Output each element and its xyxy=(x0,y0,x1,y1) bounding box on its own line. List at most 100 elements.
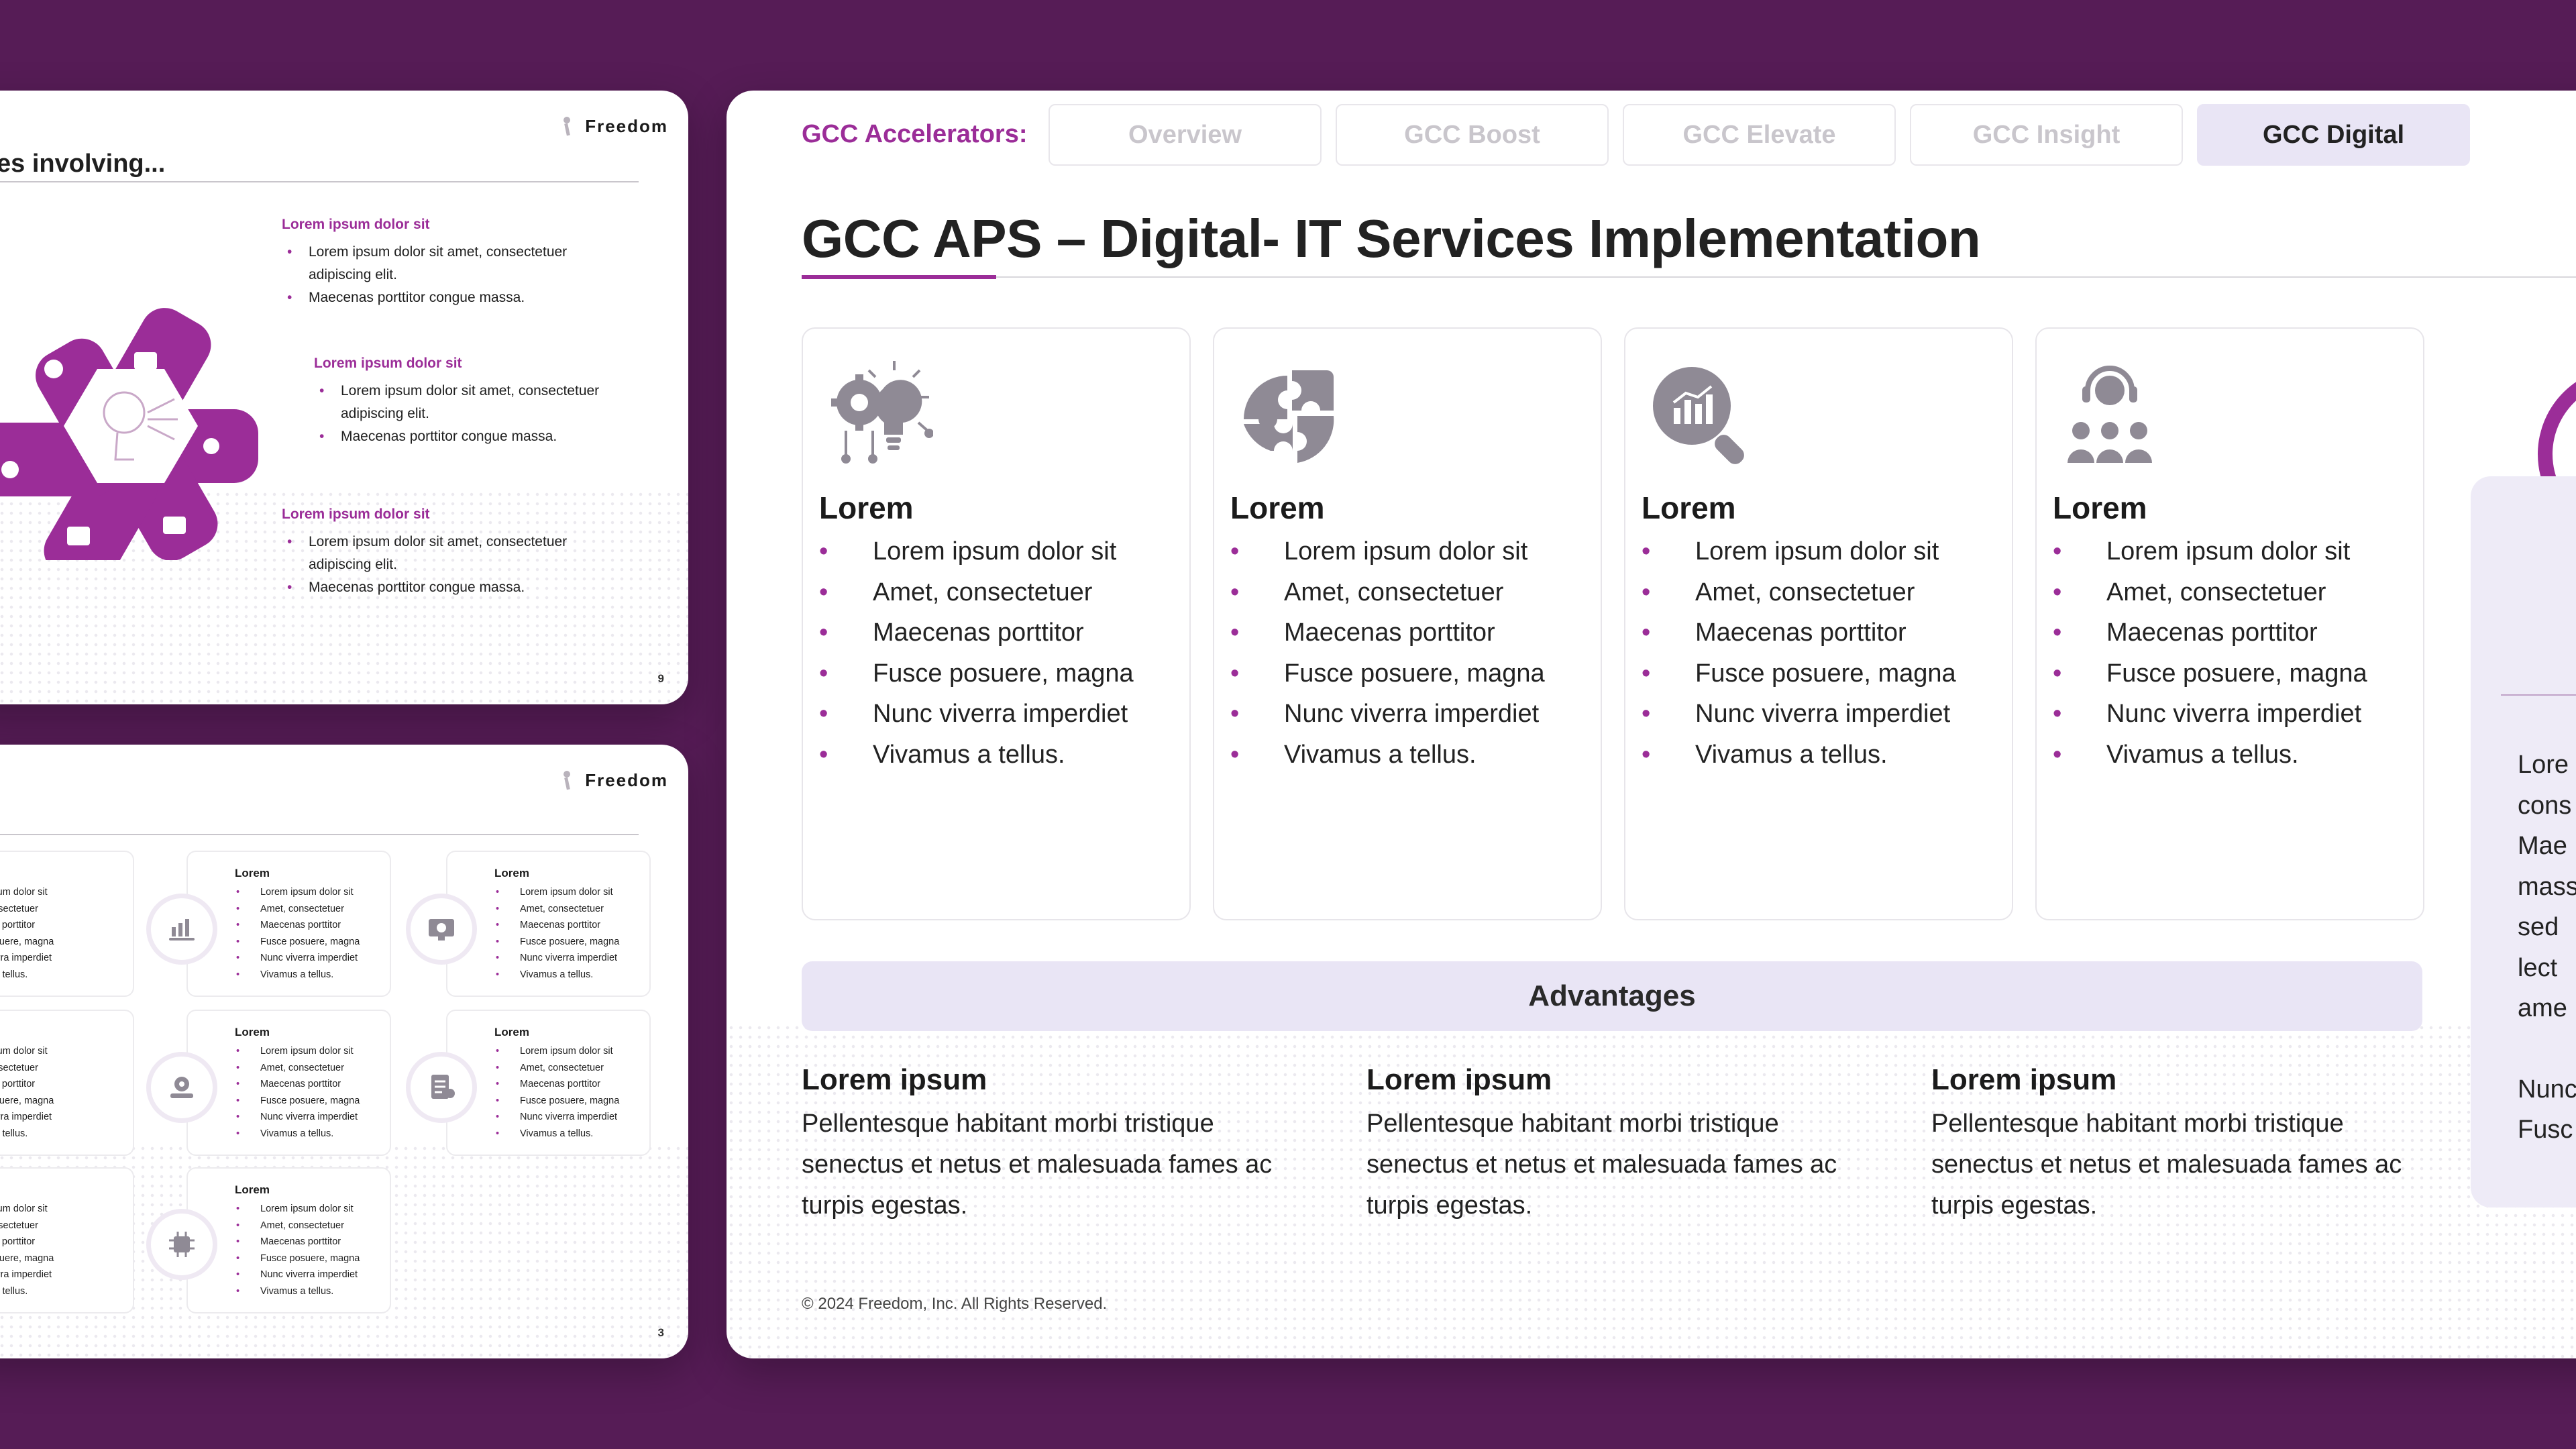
card-heading: Lorem xyxy=(819,490,914,525)
card-item: Amet, consectetuer xyxy=(0,903,38,914)
card-item: Amet, consectetuer xyxy=(235,1218,382,1234)
gear-bulb-icon xyxy=(831,361,933,464)
title-divider xyxy=(802,276,2576,278)
card-item: Vivamus a tellus. xyxy=(1642,735,1956,775)
title-divider xyxy=(0,834,639,835)
card-title: Lorem xyxy=(235,867,270,879)
card-item: Lorem ipsum dolor sit xyxy=(0,1046,48,1057)
card-item: Vivamus a tellus. xyxy=(494,967,641,983)
card-item: Maecenas porttitor xyxy=(0,1236,36,1247)
block-bullet: Lorem ipsum dolor sit amet, consectetuer… xyxy=(314,380,663,425)
card-item: Amet, consectetuer xyxy=(494,901,641,918)
card-item: Vivamus a tellus. xyxy=(2053,735,2367,775)
card-item: Lorem ipsum dolor sit xyxy=(1642,531,1956,572)
tab-gcc-boost[interactable]: GCC Boost xyxy=(1336,104,1609,166)
card-item: Amet, consectetuer xyxy=(1642,572,1956,613)
brand-logo: Freedom xyxy=(562,770,668,791)
advantage-item: Lorem ipsum Pellentesque habitant morbi … xyxy=(1931,1063,2441,1226)
tab-gcc-elevate[interactable]: GCC Elevate xyxy=(1623,104,1896,166)
side-text-line: Lore xyxy=(2518,751,2569,779)
side-text-line: cons xyxy=(2518,791,2572,820)
star-graphic-svg xyxy=(0,308,258,560)
side-text-spacer xyxy=(2518,1029,2576,1069)
card-item: Amet, consectetuer xyxy=(0,1062,38,1073)
card-item: Maecenas porttitor xyxy=(235,917,382,934)
advantage-heading: Lorem ipsum xyxy=(1931,1063,2117,1096)
card-item: Fusce posuere, magna xyxy=(494,1093,641,1110)
card-heading: Lorem xyxy=(1230,490,1325,525)
card-item: Lorem ipsum dolor sit xyxy=(819,531,1134,572)
side-text-line: ame xyxy=(2518,994,2567,1022)
card-item: Fusce posuere, magna xyxy=(235,934,382,951)
card-item: Lorem ipsum dolor sit xyxy=(235,884,382,901)
block-bullet: Maecenas porttitor congue massa. xyxy=(314,425,663,448)
card-item: Amet, consectetuer xyxy=(235,1060,382,1077)
tab-overview[interactable]: Overview xyxy=(1049,104,1322,166)
card-title: Lorem xyxy=(235,1183,270,1196)
card-item: Nunc viverra imperdiet xyxy=(0,1269,52,1280)
card-item: Lorem ipsum dolor sit xyxy=(2053,531,2367,572)
card-item: Vivamus a tellus. xyxy=(819,735,1134,775)
refresh-person-icon xyxy=(1,461,19,478)
card-item: Fusce posuere, magna xyxy=(235,1250,382,1267)
card-title: m xyxy=(0,1183,125,1197)
card-item: Maecenas porttitor xyxy=(235,1234,382,1250)
page-number: 9 xyxy=(657,672,664,685)
card-item: Maecenas porttitor xyxy=(1230,612,1545,653)
document-gear-icon xyxy=(406,1052,477,1123)
card-item: Amet, consectetuer xyxy=(494,1060,641,1077)
freedom-logo-icon xyxy=(562,116,573,137)
tab-gcc-insight[interactable]: GCC Insight xyxy=(1910,104,2183,166)
card-item: Maecenas porttitor xyxy=(0,1079,36,1089)
chip-icon xyxy=(146,1209,217,1280)
card-item: Fusce posuere, magna xyxy=(1230,653,1545,694)
calendar-icon xyxy=(67,527,90,545)
page-title: GCC APS – Digital- IT Services Implement… xyxy=(802,209,1981,268)
hand-gear-icon xyxy=(203,438,219,454)
advantage-text: Pellentesque habitant morbi tristique se… xyxy=(1366,1110,1837,1220)
main-slide: GCC Accelerators: Overview GCC Boost GCC… xyxy=(727,91,2576,1358)
side-text-line: Nunc xyxy=(2518,1075,2576,1104)
card-item: Nunc viverra imperdiet xyxy=(235,950,382,967)
card-item: Maecenas porttitor xyxy=(1642,612,1956,653)
block-heading: Lorem ipsum dolor sit xyxy=(282,217,430,232)
card-item: Nunc viverra imperdiet xyxy=(0,1112,52,1122)
card-item: Nunc viverra imperdiet xyxy=(494,950,641,967)
chat-icon xyxy=(163,517,186,534)
info-block-3: Lorem ipsum dolor sit Lorem ipsum dolor … xyxy=(282,506,631,599)
card-item: Nunc viverra imperdiet xyxy=(235,1109,382,1126)
card-title: m xyxy=(0,867,125,880)
side-panel-text: Lore cons Mae mass sed lect ame Nunc Fus… xyxy=(2518,745,2576,1150)
card-item: Lorem ipsum dolor sit xyxy=(235,1201,382,1218)
card-item: Maecenas porttitor xyxy=(819,612,1134,653)
card-item: Fusce posuere, magna xyxy=(819,653,1134,694)
card-item: Vivamus a tellus. xyxy=(235,1126,382,1142)
card-item: Nunc viverra imperdiet xyxy=(1642,694,1956,735)
tab-gcc-digital[interactable]: GCC Digital xyxy=(2197,104,2470,166)
headset-team-icon xyxy=(2068,366,2152,463)
title-divider xyxy=(0,181,639,182)
card-item: Vivamus a tellus. xyxy=(494,1126,641,1142)
advantages-header: Advantages xyxy=(802,961,2422,1031)
slide-thumbnail-9[interactable]: Freedom es involving... Lorem ipsum dolo… xyxy=(0,91,688,704)
card-item: Lorem ipsum dolor sit xyxy=(0,1203,48,1214)
card-title: Lorem xyxy=(494,1026,529,1038)
puzzle-icon xyxy=(1244,370,1334,463)
advantage-heading: Lorem ipsum xyxy=(802,1063,987,1096)
card-title: m xyxy=(0,1026,125,1039)
info-card: Lorem Lorem ipsum dolor sit Amet, consec… xyxy=(186,1010,391,1156)
presentation-icon xyxy=(134,352,157,370)
block-bullet: Lorem ipsum dolor sit amet, consectetuer… xyxy=(282,241,631,286)
slide-title: es involving... xyxy=(0,150,166,178)
card-item: Fusce posuere, magna xyxy=(235,1093,382,1110)
advantage-item: Lorem ipsum Pellentesque habitant morbi … xyxy=(1366,1063,1876,1226)
info-card: m Lorem ipsum dolor sit Amet, consectetu… xyxy=(0,1167,134,1313)
card-item: Vivamus a tellus. xyxy=(235,967,382,983)
brand-name: Freedom xyxy=(585,116,668,136)
block-heading: Lorem ipsum dolor sit xyxy=(314,356,462,371)
card-item: Vivamus a tellus. xyxy=(235,1283,382,1300)
advantage-heading: Lorem ipsum xyxy=(1366,1063,1552,1096)
card-heading: Lorem xyxy=(1642,490,1736,525)
info-card: m Lorem ipsum dolor sit Amet, consectetu… xyxy=(0,1010,134,1156)
slide-thumbnail-3[interactable]: Freedom m Lorem ipsum dolor sit Amet, co… xyxy=(0,745,688,1358)
